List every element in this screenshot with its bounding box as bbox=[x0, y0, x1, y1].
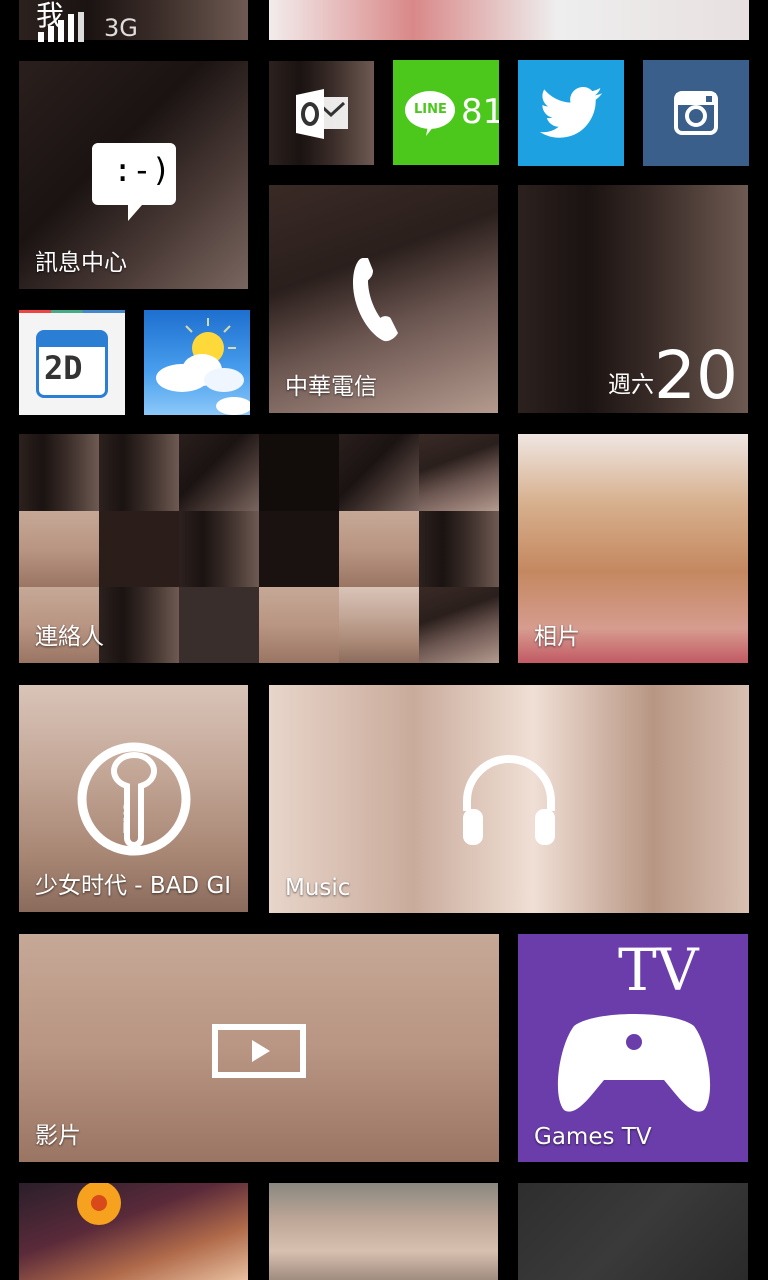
tile-contacts[interactable]: 連絡人 bbox=[19, 434, 499, 663]
games-tv-brand-mark: TV bbox=[618, 936, 699, 1004]
tile-partial-dark[interactable] bbox=[518, 1183, 748, 1280]
tile-photos[interactable]: 相片 bbox=[518, 434, 748, 663]
instagram-icon bbox=[674, 91, 718, 135]
calendar-app-topbar bbox=[19, 310, 125, 313]
line-badge-count: 81 bbox=[461, 92, 499, 132]
ttpod-logo-icon bbox=[77, 742, 191, 856]
tile-phone[interactable]: 中華電信 bbox=[269, 185, 498, 413]
tile-label: 連絡人 bbox=[35, 624, 104, 650]
flower-image-icon bbox=[77, 1183, 121, 1225]
tile-music[interactable]: Music bbox=[269, 685, 749, 913]
outlook-icon bbox=[296, 89, 348, 139]
tile-label: Music bbox=[285, 875, 351, 901]
game-controller-icon bbox=[557, 1014, 711, 1112]
tile-partial-anime[interactable] bbox=[19, 1183, 248, 1280]
start-screen: 我 3G :-) 訊息中心 LINE 81 2D 中華電信 週六 20 連絡人 … bbox=[0, 0, 768, 1280]
calendar-app-icon: 2D bbox=[36, 330, 108, 398]
calendar-app-text: 2D bbox=[44, 349, 83, 387]
tile-games-tv[interactable]: TV Games TV bbox=[518, 934, 748, 1162]
tile-line[interactable]: LINE 81 bbox=[393, 60, 499, 165]
ttpod-brand-text: TTPOD bbox=[123, 802, 133, 833]
tile-weather[interactable] bbox=[144, 310, 250, 415]
tile-label: 少女时代 - BAD GI bbox=[35, 873, 232, 899]
twitter-bird-icon bbox=[539, 87, 603, 138]
line-brand-text: LINE bbox=[414, 102, 447, 117]
tile-calendar-app[interactable]: 2D bbox=[19, 310, 125, 415]
phone-handset-icon bbox=[353, 258, 398, 342]
tile-video[interactable]: 影片 bbox=[19, 934, 499, 1162]
calendar-date: 20 bbox=[654, 337, 738, 413]
tile-label: Games TV bbox=[534, 1124, 652, 1150]
tile-label: 中華電信 bbox=[285, 374, 377, 400]
tile-ttpod[interactable]: TTPOD 少女时代 - BAD GI bbox=[19, 685, 248, 912]
tile-label: 影片 bbox=[35, 1123, 81, 1149]
tile-messaging[interactable]: :-) 訊息中心 bbox=[19, 61, 248, 289]
network-type: 3G bbox=[104, 14, 138, 42]
tile-label: 訊息中心 bbox=[35, 250, 127, 276]
tile-twitter[interactable] bbox=[518, 60, 624, 166]
headphones-icon bbox=[463, 755, 555, 845]
tile-instagram[interactable] bbox=[643, 60, 749, 166]
tile-partial-top-right[interactable] bbox=[269, 0, 749, 40]
weather-sun-cloud-icon bbox=[156, 318, 250, 415]
tile-partial-photo[interactable] bbox=[269, 1183, 498, 1280]
signal-strength-icon bbox=[38, 12, 84, 42]
tile-calendar[interactable]: 週六 20 bbox=[518, 185, 748, 413]
tile-outlook[interactable] bbox=[269, 61, 374, 165]
video-play-icon bbox=[212, 1024, 306, 1078]
calendar-day-label: 週六 bbox=[608, 372, 654, 398]
emoticon-text: :-) bbox=[113, 151, 171, 189]
tile-label: 相片 bbox=[534, 624, 580, 650]
